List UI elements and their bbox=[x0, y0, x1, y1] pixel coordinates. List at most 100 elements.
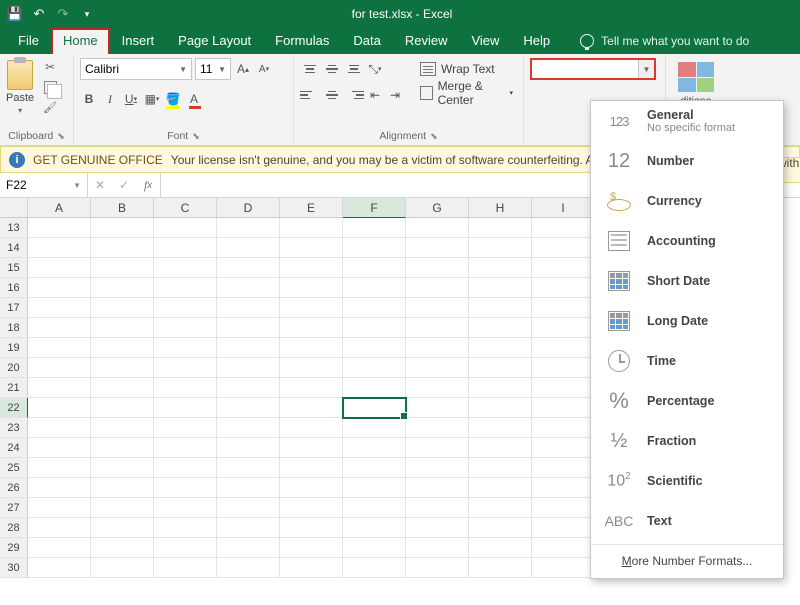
cell[interactable] bbox=[154, 318, 217, 338]
cell[interactable] bbox=[469, 478, 532, 498]
cell[interactable] bbox=[28, 478, 91, 498]
cell[interactable] bbox=[217, 478, 280, 498]
cell[interactable] bbox=[532, 318, 595, 338]
decrease-font-button[interactable]: A▾ bbox=[255, 58, 273, 80]
row-header[interactable]: 16 bbox=[0, 278, 28, 298]
cell[interactable] bbox=[28, 538, 91, 558]
cell[interactable] bbox=[217, 378, 280, 398]
cell[interactable] bbox=[280, 558, 343, 578]
cell[interactable] bbox=[280, 478, 343, 498]
number-format-time[interactable]: Time bbox=[591, 341, 783, 381]
cell[interactable] bbox=[343, 278, 406, 298]
row-header[interactable]: 17 bbox=[0, 298, 28, 318]
cell[interactable] bbox=[469, 498, 532, 518]
row-header[interactable]: 14 bbox=[0, 238, 28, 258]
cell[interactable] bbox=[406, 518, 469, 538]
align-left-button[interactable] bbox=[300, 85, 320, 105]
cell[interactable] bbox=[280, 338, 343, 358]
cell[interactable] bbox=[406, 538, 469, 558]
cell[interactable] bbox=[532, 398, 595, 418]
cell[interactable] bbox=[532, 358, 595, 378]
cell[interactable] bbox=[91, 258, 154, 278]
cell[interactable] bbox=[532, 438, 595, 458]
cell[interactable] bbox=[280, 298, 343, 318]
cell[interactable] bbox=[217, 278, 280, 298]
column-header[interactable]: I bbox=[532, 198, 595, 218]
cell[interactable] bbox=[28, 238, 91, 258]
font-color-button[interactable]: A bbox=[185, 88, 203, 110]
increase-indent-button[interactable]: ⇥ bbox=[386, 84, 404, 106]
more-number-formats[interactable]: More Number Formats... bbox=[591, 548, 783, 574]
cell[interactable] bbox=[280, 418, 343, 438]
cell[interactable] bbox=[28, 258, 91, 278]
cell[interactable] bbox=[91, 378, 154, 398]
tab-view[interactable]: View bbox=[459, 28, 511, 54]
cell[interactable] bbox=[217, 458, 280, 478]
cell[interactable] bbox=[532, 478, 595, 498]
cell[interactable] bbox=[406, 278, 469, 298]
tab-data[interactable]: Data bbox=[341, 28, 392, 54]
cell[interactable] bbox=[91, 278, 154, 298]
cell[interactable] bbox=[280, 238, 343, 258]
cell[interactable] bbox=[154, 518, 217, 538]
cell[interactable] bbox=[469, 238, 532, 258]
cell[interactable] bbox=[406, 318, 469, 338]
decrease-indent-button[interactable]: ⇤ bbox=[366, 84, 384, 106]
cell[interactable] bbox=[154, 278, 217, 298]
orientation-button[interactable]: ⤡▾ bbox=[366, 58, 384, 80]
cell[interactable] bbox=[469, 398, 532, 418]
cell[interactable] bbox=[217, 298, 280, 318]
cell[interactable] bbox=[28, 518, 91, 538]
number-format-longdate[interactable]: Long Date bbox=[591, 301, 783, 341]
align-middle-button[interactable] bbox=[322, 59, 342, 79]
align-center-button[interactable] bbox=[322, 85, 342, 105]
cell[interactable] bbox=[154, 438, 217, 458]
cell[interactable] bbox=[532, 418, 595, 438]
number-format-percentage[interactable]: %Percentage bbox=[591, 381, 783, 421]
align-bottom-button[interactable] bbox=[344, 59, 364, 79]
cell[interactable] bbox=[28, 398, 91, 418]
underline-button[interactable]: U▾ bbox=[122, 88, 140, 110]
row-header[interactable]: 28 bbox=[0, 518, 28, 538]
column-header[interactable]: A bbox=[28, 198, 91, 218]
cell[interactable] bbox=[91, 338, 154, 358]
row-header[interactable]: 20 bbox=[0, 358, 28, 378]
cell[interactable] bbox=[406, 338, 469, 358]
cell[interactable] bbox=[154, 398, 217, 418]
enter-formula-button[interactable]: ✓ bbox=[112, 178, 136, 192]
cell[interactable] bbox=[343, 338, 406, 358]
cell[interactable] bbox=[28, 438, 91, 458]
cell[interactable] bbox=[91, 558, 154, 578]
qat-customize[interactable]: ▾ bbox=[76, 3, 98, 25]
cell[interactable] bbox=[217, 398, 280, 418]
font-size-combo[interactable]: 11▼ bbox=[195, 58, 231, 80]
column-header[interactable]: H bbox=[469, 198, 532, 218]
cell[interactable] bbox=[280, 398, 343, 418]
cell[interactable] bbox=[469, 438, 532, 458]
clipboard-dialog-icon[interactable]: ⬊ bbox=[57, 131, 65, 142]
cell[interactable] bbox=[343, 378, 406, 398]
cell[interactable] bbox=[532, 538, 595, 558]
cell[interactable] bbox=[154, 458, 217, 478]
column-header[interactable]: D bbox=[217, 198, 280, 218]
row-header[interactable]: 27 bbox=[0, 498, 28, 518]
cell[interactable] bbox=[154, 338, 217, 358]
cell[interactable] bbox=[28, 498, 91, 518]
cell[interactable] bbox=[91, 298, 154, 318]
bold-button[interactable]: B bbox=[80, 88, 98, 110]
number-format-number[interactable]: 12Number bbox=[591, 141, 783, 181]
format-painter-button[interactable] bbox=[40, 98, 60, 116]
cell[interactable] bbox=[280, 318, 343, 338]
cell[interactable] bbox=[280, 518, 343, 538]
cell[interactable] bbox=[532, 458, 595, 478]
cell[interactable] bbox=[343, 518, 406, 538]
column-header[interactable]: C bbox=[154, 198, 217, 218]
cell[interactable] bbox=[217, 258, 280, 278]
cell[interactable] bbox=[406, 258, 469, 278]
cell[interactable] bbox=[217, 338, 280, 358]
cell[interactable] bbox=[406, 238, 469, 258]
cell[interactable] bbox=[406, 478, 469, 498]
alignment-dialog-icon[interactable]: ⬊ bbox=[430, 131, 438, 142]
cell[interactable] bbox=[406, 298, 469, 318]
cell[interactable] bbox=[532, 498, 595, 518]
